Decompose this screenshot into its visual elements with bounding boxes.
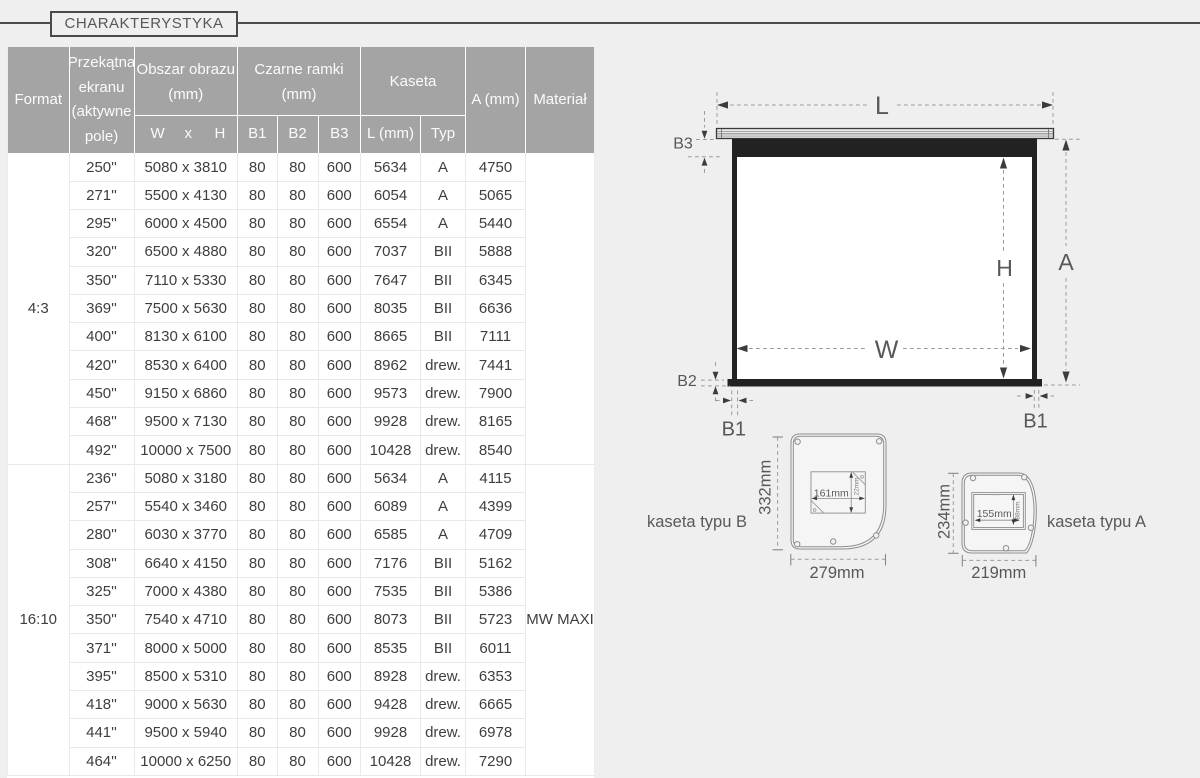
svg-text:B1: B1 <box>1023 411 1047 433</box>
svg-text:kaseta typu B: kaseta typu B <box>647 513 747 531</box>
svg-text:W: W <box>875 336 899 364</box>
svg-text:279mm: 279mm <box>809 564 864 582</box>
svg-text:H: H <box>996 255 1013 281</box>
svg-text:161mm: 161mm <box>814 487 849 499</box>
svg-text:22mm: 22mm <box>853 477 860 495</box>
svg-text:L: L <box>875 92 889 120</box>
svg-text:A: A <box>1058 249 1074 275</box>
svg-text:155mm: 155mm <box>977 508 1012 520</box>
svg-text:B1: B1 <box>722 419 746 441</box>
svg-text:B3: B3 <box>673 136 693 153</box>
svg-text:kaseta typu A: kaseta typu A <box>1047 513 1146 531</box>
svg-text:234mm: 234mm <box>936 484 954 539</box>
svg-text:88mm: 88mm <box>1014 501 1021 519</box>
svg-text:332mm: 332mm <box>757 460 775 515</box>
svg-text:B2: B2 <box>677 373 697 390</box>
svg-text:219mm: 219mm <box>971 564 1026 582</box>
